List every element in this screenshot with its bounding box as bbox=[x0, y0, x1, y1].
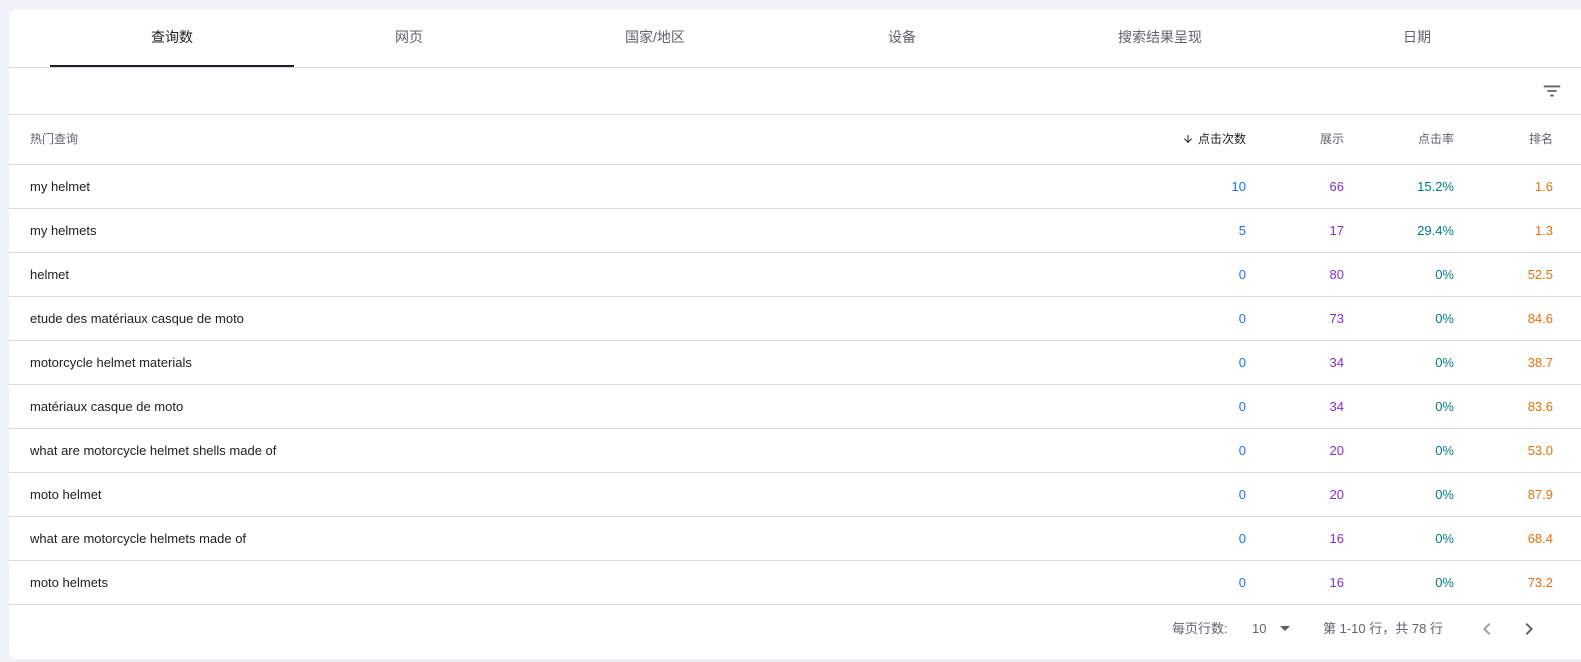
ctr-cell: 0% bbox=[1435, 487, 1454, 502]
header-top-queries: 热门查询 bbox=[30, 132, 79, 146]
query-cell: matériaux casque de moto bbox=[30, 399, 184, 414]
clicks-cell: 10 bbox=[1231, 179, 1246, 194]
chevron-right-icon[interactable] bbox=[1517, 617, 1541, 641]
pagination-footer: 每页行数: 10 第 1-10 行，共 78 行 bbox=[9, 605, 1581, 653]
header-position[interactable]: 排名 bbox=[1473, 115, 1553, 164]
tab-search-appearance[interactable]: 搜索结果呈现 bbox=[1018, 9, 1302, 67]
clicks-cell: 0 bbox=[1238, 399, 1246, 414]
ctr-cell: 0% bbox=[1435, 443, 1454, 458]
query-cell: etude des matériaux casque de moto bbox=[30, 311, 244, 326]
table-row[interactable]: my helmet 10 66 15.2% 1.6 bbox=[9, 165, 1581, 209]
tab-queries[interactable]: 查询数 bbox=[50, 9, 294, 67]
impressions-cell: 20 bbox=[1329, 487, 1344, 502]
impressions-cell: 17 bbox=[1329, 223, 1344, 238]
query-cell: my helmets bbox=[30, 223, 97, 238]
pagination-range: 第 1-10 行，共 78 行 bbox=[1323, 621, 1443, 636]
impressions-cell: 34 bbox=[1329, 355, 1344, 370]
query-cell: motorcycle helmet materials bbox=[30, 355, 192, 370]
header-clicks-label: 点击次数 bbox=[1197, 132, 1246, 146]
ctr-cell: 0% bbox=[1435, 311, 1454, 326]
position-cell: 38.7 bbox=[1527, 355, 1553, 370]
impressions-cell: 20 bbox=[1329, 443, 1344, 458]
filter-bar bbox=[9, 68, 1581, 115]
clicks-cell: 5 bbox=[1238, 223, 1246, 238]
tab-countries[interactable]: 国家/地区 bbox=[524, 9, 786, 67]
table-row[interactable]: matériaux casque de moto 0 34 0% 83.6 bbox=[9, 385, 1581, 429]
query-cell: what are motorcycle helmet shells made o… bbox=[30, 443, 277, 458]
query-cell: helmet bbox=[30, 267, 70, 282]
header-clicks[interactable]: 点击次数 bbox=[1126, 115, 1246, 164]
ctr-cell: 29.4% bbox=[1417, 223, 1454, 238]
clicks-cell: 0 bbox=[1238, 531, 1246, 546]
position-cell: 87.9 bbox=[1527, 487, 1553, 502]
ctr-cell: 0% bbox=[1435, 531, 1454, 546]
ctr-cell: 15.2% bbox=[1417, 179, 1454, 194]
table-row[interactable]: helmet 0 80 0% 52.5 bbox=[9, 253, 1581, 297]
tab-dates[interactable]: 日期 bbox=[1302, 9, 1532, 67]
header-ctr[interactable]: 点击率 bbox=[1374, 115, 1454, 164]
ctr-cell: 0% bbox=[1435, 399, 1454, 414]
rows-per-page-value: 10 bbox=[1252, 621, 1267, 636]
position-cell: 83.6 bbox=[1527, 399, 1553, 414]
table-row[interactable]: moto helmet 0 20 0% 87.9 bbox=[9, 473, 1581, 517]
dropdown-caret-icon bbox=[1280, 625, 1291, 631]
table-row[interactable]: my helmets 5 17 29.4% 1.3 bbox=[9, 209, 1581, 253]
position-cell: 84.6 bbox=[1527, 311, 1553, 326]
query-cell: moto helmets bbox=[30, 575, 109, 590]
impressions-cell: 73 bbox=[1329, 311, 1344, 326]
header-impressions[interactable]: 展示 bbox=[1264, 115, 1344, 164]
clicks-cell: 0 bbox=[1238, 267, 1246, 282]
impressions-cell: 16 bbox=[1329, 575, 1344, 590]
position-cell: 73.2 bbox=[1527, 575, 1553, 590]
query-cell: my helmet bbox=[30, 179, 90, 194]
query-cell: what are motorcycle helmets made of bbox=[30, 531, 247, 546]
table-body: my helmet 10 66 15.2% 1.6 my helmets 5 17 29.4% 1… bbox=[9, 165, 1581, 605]
clicks-cell: 0 bbox=[1238, 575, 1246, 590]
clicks-cell: 0 bbox=[1238, 443, 1246, 458]
impressions-cell: 80 bbox=[1329, 267, 1344, 282]
position-cell: 52.5 bbox=[1527, 267, 1553, 282]
ctr-cell: 0% bbox=[1435, 355, 1454, 370]
chevron-left-icon[interactable] bbox=[1475, 617, 1499, 641]
position-cell: 1.3 bbox=[1534, 223, 1553, 238]
table-header: 热门查询 点击次数 展示 点击率 排名 bbox=[9, 115, 1581, 165]
filter-list-icon[interactable] bbox=[1541, 80, 1563, 102]
tab-pages[interactable]: 网页 bbox=[294, 9, 524, 67]
tab-devices[interactable]: 设备 bbox=[786, 9, 1018, 67]
query-cell: moto helmet bbox=[30, 487, 102, 502]
clicks-cell: 0 bbox=[1238, 311, 1246, 326]
ctr-cell: 0% bbox=[1435, 575, 1454, 590]
clicks-cell: 0 bbox=[1238, 487, 1246, 502]
impressions-cell: 34 bbox=[1329, 399, 1344, 414]
table-row[interactable]: what are motorcycle helmets made of 0 16 0%… bbox=[9, 517, 1581, 561]
impressions-cell: 66 bbox=[1329, 179, 1344, 194]
performance-table-card: 查询数 网页 国家/地区 设备 搜索结果呈现 日期 热门查询 点击次数 展示 点… bbox=[9, 9, 1581, 659]
ctr-cell: 0% bbox=[1435, 267, 1454, 282]
rows-per-page-select[interactable]: 10 bbox=[1252, 605, 1291, 653]
table-row[interactable]: moto helmets 0 16 0% 73.2 bbox=[9, 561, 1581, 605]
position-cell: 68.4 bbox=[1527, 531, 1553, 546]
table-row[interactable]: what are motorcycle helmet shells made o… bbox=[9, 429, 1581, 473]
dimension-tabs: 查询数 网页 国家/地区 设备 搜索结果呈现 日期 bbox=[9, 9, 1581, 68]
table-row[interactable]: etude des matériaux casque de moto 0 73 0% 8… bbox=[9, 297, 1581, 341]
clicks-cell: 0 bbox=[1238, 355, 1246, 370]
position-cell: 1.6 bbox=[1534, 179, 1553, 194]
arrow-downward-icon bbox=[1183, 134, 1192, 143]
impressions-cell: 16 bbox=[1329, 531, 1344, 546]
rows-per-page-label: 每页行数: bbox=[1172, 621, 1228, 636]
table-row[interactable]: motorcycle helmet materials 0 34 0% 38.7 bbox=[9, 341, 1581, 385]
position-cell: 53.0 bbox=[1527, 443, 1553, 458]
